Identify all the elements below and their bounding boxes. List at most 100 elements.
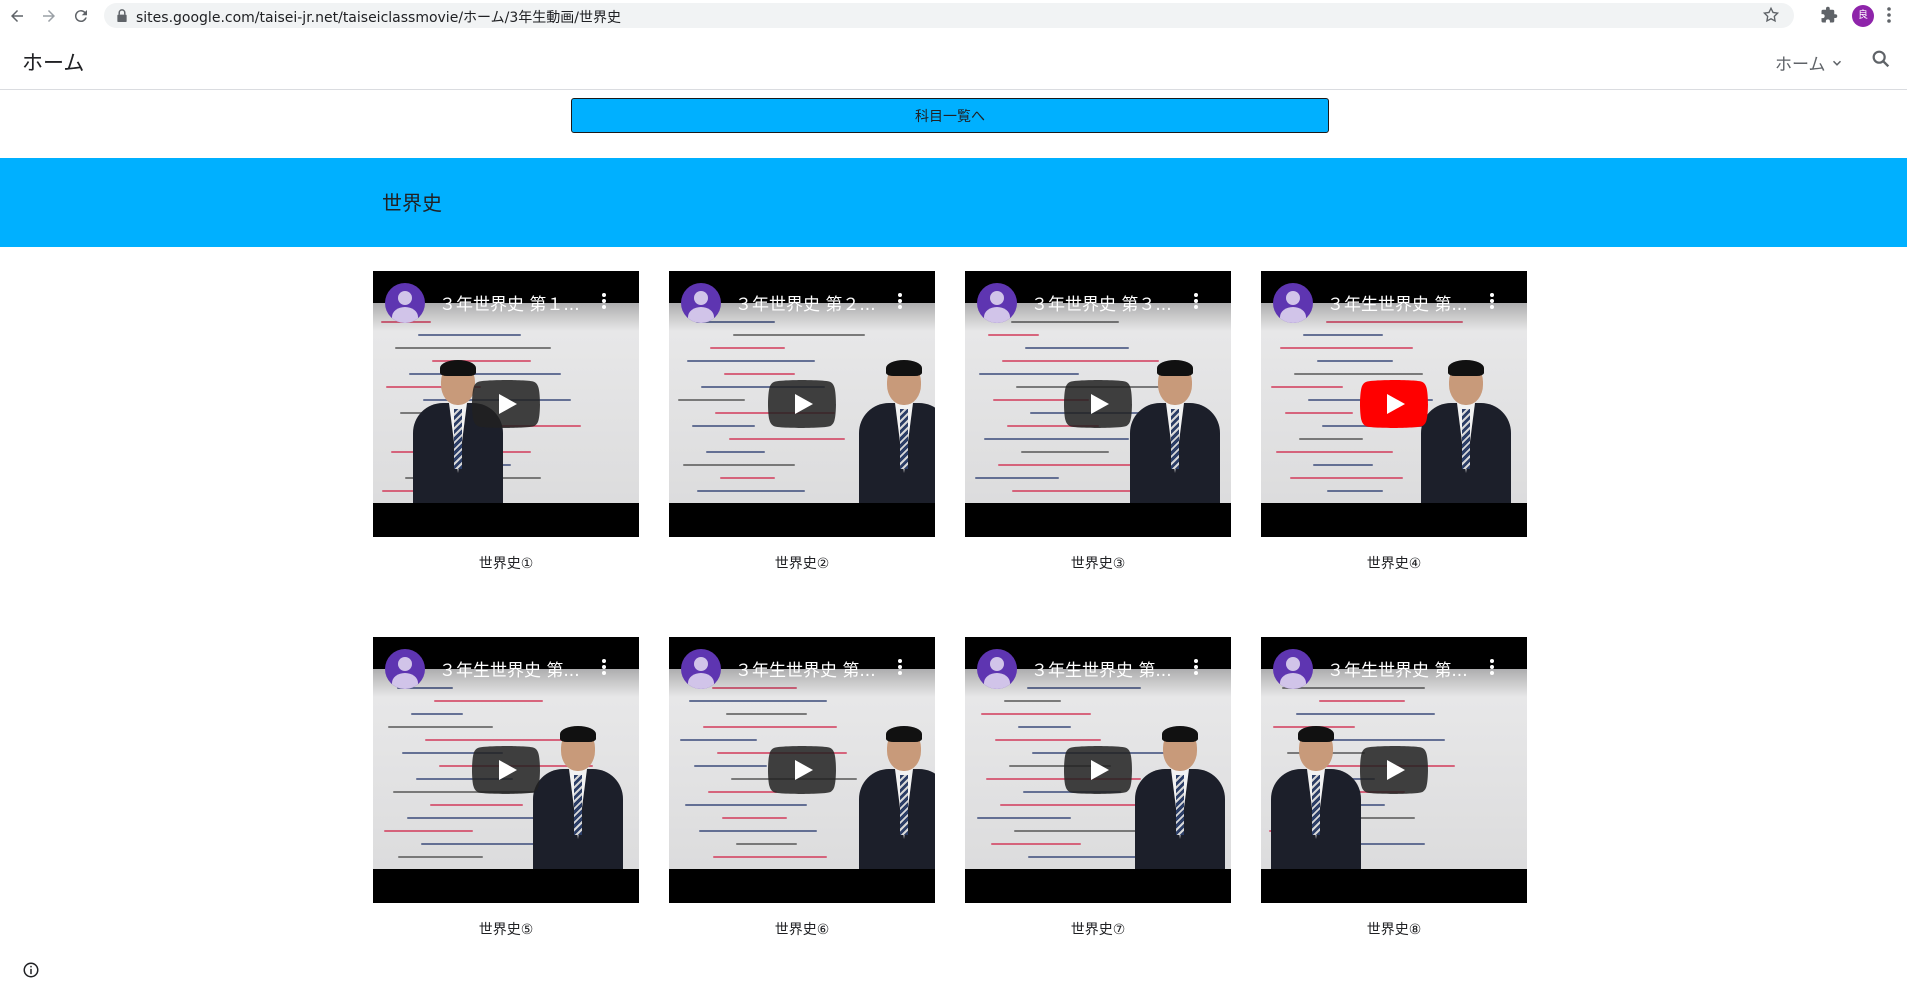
forward-button[interactable]: [38, 6, 60, 26]
channel-avatar-icon[interactable]: [977, 649, 1017, 689]
board-writing: [411, 713, 463, 715]
extensions-button[interactable]: [1820, 6, 1838, 28]
subject-list-button[interactable]: 科目一覧へ: [571, 98, 1329, 133]
channel-avatar-icon[interactable]: [681, 283, 721, 323]
board-writing: [708, 791, 777, 793]
channel-avatar-icon[interactable]: [1273, 283, 1313, 323]
video-player[interactable]: ３年生世界史 第...: [1261, 637, 1527, 903]
video-player[interactable]: ３年生世界史 第...: [1261, 271, 1527, 537]
more-vert-icon[interactable]: [1193, 657, 1199, 677]
video-title[interactable]: ３年生世界史 第...: [1327, 290, 1487, 315]
board-writing: [736, 843, 797, 845]
board-writing: [1327, 490, 1383, 492]
play-icon[interactable]: [1064, 380, 1132, 428]
teacher-figure: [1130, 360, 1220, 503]
channel-avatar-icon[interactable]: [681, 649, 721, 689]
section-banner: 世界史: [0, 158, 1907, 247]
board-writing: [984, 438, 1129, 440]
play-icon[interactable]: [1360, 380, 1428, 428]
forward-arrow-icon: [43, 10, 55, 22]
video-caption: 世界史③: [1070, 556, 1126, 572]
video-player[interactable]: ３年生世界史 第...: [669, 637, 935, 903]
board-writing: [1303, 334, 1383, 336]
board-writing: [1313, 464, 1373, 466]
board-writing: [1299, 438, 1363, 440]
video-title[interactable]: ３年生世界史 第...: [439, 656, 599, 681]
more-vert-icon[interactable]: [897, 291, 903, 311]
video-player[interactable]: ３年生世界史 第...: [965, 637, 1231, 903]
video-player[interactable]: ３年世界史 第３...: [965, 271, 1231, 537]
board-writing: [998, 464, 1139, 466]
video-title[interactable]: ３年世界史 第２...: [735, 290, 895, 315]
board-writing: [1317, 360, 1393, 362]
back-arrow-icon: [11, 10, 23, 22]
video-caption: 世界史④: [1366, 556, 1422, 572]
address-bar[interactable]: sites.google.com/taisei-jr.net/taiseicla…: [104, 3, 1794, 28]
more-vert-icon[interactable]: [1193, 291, 1199, 311]
board-writing: [724, 373, 795, 375]
board-writing: [1004, 700, 1061, 702]
video-title[interactable]: ３年世界史 第１...: [439, 290, 599, 315]
board-writing: [1294, 373, 1423, 375]
channel-avatar-icon[interactable]: [1273, 649, 1313, 689]
back-button[interactable]: [6, 6, 28, 26]
board-writing: [388, 726, 493, 728]
teacher-figure: [1135, 726, 1225, 869]
profile-avatar[interactable]: 良: [1852, 5, 1874, 27]
play-icon[interactable]: [768, 746, 836, 794]
search-button[interactable]: [1870, 48, 1892, 74]
teacher-figure: [1271, 726, 1361, 869]
board-writing: [1290, 477, 1403, 479]
more-vert-icon[interactable]: [897, 657, 903, 677]
board-writing: [979, 373, 1079, 375]
video-caption: 世界史⑦: [1070, 922, 1126, 938]
video-player[interactable]: ３年世界史 第２...: [669, 271, 935, 537]
video-card: ３年生世界史 第... 世界史④: [1261, 271, 1527, 573]
site-info-button[interactable]: [22, 961, 40, 983]
video-caption: 世界史⑧: [1366, 922, 1422, 938]
chevron-down-icon: [1832, 60, 1841, 66]
play-icon[interactable]: [472, 380, 540, 428]
video-card: ３年生世界史 第... 世界史⑦: [965, 637, 1231, 939]
board-writing: [692, 425, 755, 427]
board-writing: [1271, 386, 1343, 388]
channel-avatar-icon[interactable]: [385, 649, 425, 689]
play-icon[interactable]: [472, 746, 540, 794]
browser-toolbar: sites.google.com/taisei-jr.net/taiseicla…: [0, 0, 1907, 33]
board-writing: [720, 477, 775, 479]
play-icon[interactable]: [1064, 746, 1132, 794]
browser-menu-button[interactable]: [1886, 6, 1892, 28]
more-vert-icon[interactable]: [1489, 291, 1495, 311]
video-player[interactable]: ３年生世界史 第...: [373, 637, 639, 903]
board-writing: [1000, 804, 1151, 806]
site-title[interactable]: ホーム: [22, 47, 84, 77]
video-title[interactable]: ３年生世界史 第...: [1031, 656, 1191, 681]
board-writing: [1025, 347, 1129, 349]
video-title[interactable]: ３年生世界史 第...: [735, 656, 895, 681]
board-writing: [988, 334, 1039, 336]
video-title[interactable]: ３年世界史 第３...: [1031, 290, 1191, 315]
channel-avatar-icon[interactable]: [977, 283, 1017, 323]
board-writing: [706, 451, 765, 453]
video-player[interactable]: ３年世界史 第１...: [373, 271, 639, 537]
nav-home-dropdown[interactable]: ホーム: [1775, 50, 1844, 75]
more-vert-icon[interactable]: [1489, 657, 1495, 677]
teacher-figure: [533, 726, 623, 869]
reload-button[interactable]: [70, 6, 92, 26]
board-writing: [703, 726, 837, 728]
more-vert-icon[interactable]: [601, 291, 607, 311]
play-icon[interactable]: [1360, 746, 1428, 794]
board-writing: [1296, 713, 1435, 715]
more-vert-icon[interactable]: [601, 657, 607, 677]
board-writing: [1021, 451, 1109, 453]
bookmark-star-icon[interactable]: [1762, 6, 1780, 24]
play-icon[interactable]: [768, 380, 836, 428]
board-writing: [418, 334, 521, 336]
video-title[interactable]: ３年生世界史 第...: [1327, 656, 1487, 681]
board-writing: [395, 347, 551, 349]
board-writing: [981, 713, 1091, 715]
video-card: ３年生世界史 第... 世界史⑧: [1261, 637, 1527, 939]
page-title: 世界史: [382, 191, 442, 215]
channel-avatar-icon[interactable]: [385, 283, 425, 323]
video-caption: 世界史②: [774, 556, 830, 572]
